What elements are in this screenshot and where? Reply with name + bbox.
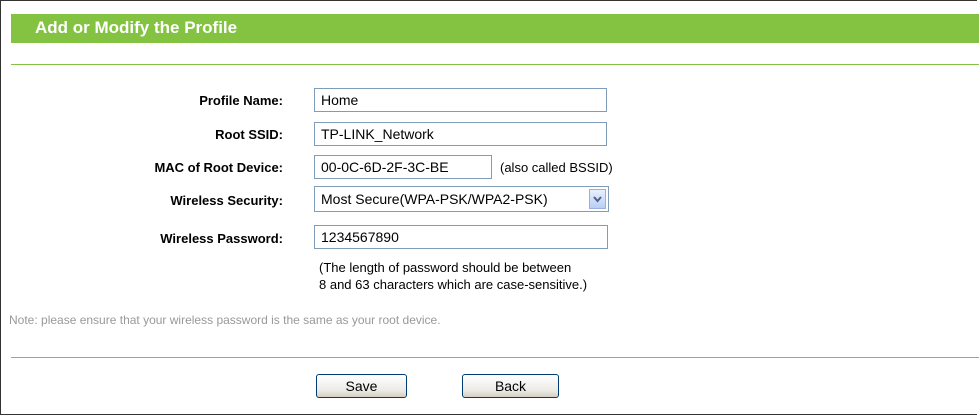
section-header: Add or Modify the Profile (11, 14, 979, 43)
divider-top (11, 64, 979, 65)
wireless-security-selected: Most Secure(WPA-PSK/WPA2-PSK) (321, 191, 548, 207)
save-button[interactable]: Save (316, 374, 407, 398)
bssid-hint: (also called BSSID) (500, 160, 613, 175)
mac-root-value: 00-0C-6D-2F-3C-BE (321, 159, 449, 175)
root-ssid-input[interactable]: TP-LINK_Network (314, 122, 607, 146)
divider-bottom (11, 357, 979, 358)
profile-name-input[interactable]: Home (314, 88, 607, 112)
root-ssid-label: Root SSID: (215, 127, 283, 142)
root-ssid-value: TP-LINK_Network (321, 126, 434, 142)
wireless-password-label: Wireless Password: (160, 231, 283, 246)
wireless-password-value: 1234567890 (321, 229, 399, 245)
mac-root-label: MAC of Root Device: (154, 160, 283, 175)
chevron-down-icon[interactable] (589, 189, 606, 209)
password-hint-line1: (The length of password should be betwee… (319, 260, 572, 275)
wireless-security-select[interactable]: Most Secure(WPA-PSK/WPA2-PSK) (314, 186, 609, 212)
wireless-password-input[interactable]: 1234567890 (314, 225, 608, 249)
wireless-security-label: Wireless Security: (170, 193, 283, 208)
profile-name-label: Profile Name: (199, 93, 283, 108)
profile-name-value: Home (321, 92, 359, 108)
mac-root-input[interactable]: 00-0C-6D-2F-3C-BE (314, 155, 492, 179)
password-hint-line2: 8 and 63 characters which are case-sensi… (319, 277, 588, 292)
note-text: Note: please ensure that your wireless p… (9, 313, 441, 327)
page-title: Add or Modify the Profile (35, 18, 238, 37)
back-button[interactable]: Back (462, 374, 559, 398)
